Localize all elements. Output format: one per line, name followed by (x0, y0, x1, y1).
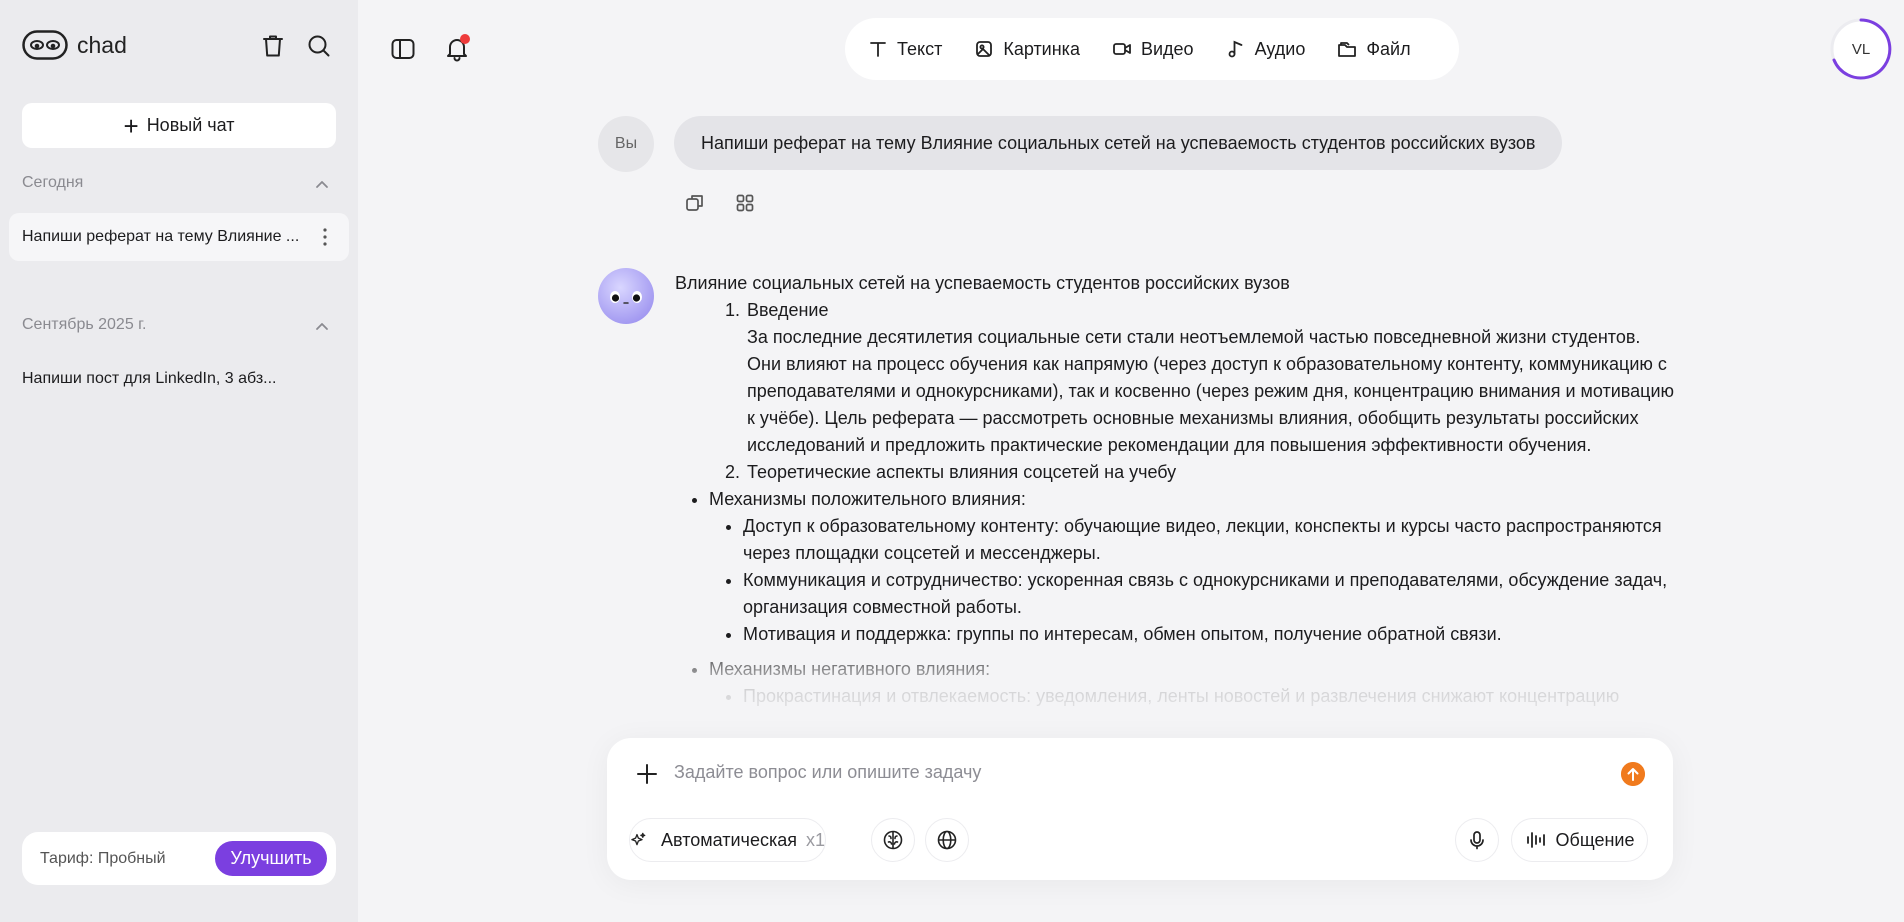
answer-title: Влияние социальных сетей на успеваемость… (675, 273, 1290, 293)
sub-bullet-list: Прокрастинация и отвлекаемость: уведомле… (709, 683, 1675, 710)
composer: Задайте вопрос или опишите задачу Автома… (607, 738, 1673, 880)
mode-file[interactable]: Файл (1337, 38, 1411, 60)
mode-label: Картинка (1003, 38, 1080, 59)
mode-video[interactable]: Видео (1112, 39, 1194, 60)
tariff-card: Тариф: Пробный Улучшить (22, 832, 336, 885)
attach-plus-icon[interactable] (635, 762, 659, 786)
new-chat-button[interactable]: + Новый чат (22, 103, 336, 148)
microphone-icon (1470, 831, 1484, 850)
web-search-toggle[interactable] (925, 818, 969, 862)
plus-icon: + (123, 110, 139, 141)
ordered-list: Введение За последние десятилетия социал… (675, 297, 1675, 486)
list-item: Мотивация и поддержка: группы по интерес… (743, 621, 1675, 648)
image-icon (976, 41, 993, 57)
music-note-icon (1228, 40, 1242, 58)
bullet-list: Механизмы положительного влияния: Доступ… (675, 486, 1675, 710)
chevron-up-icon[interactable] (314, 321, 330, 331)
mode-text[interactable]: Текст (868, 39, 942, 60)
prompt-input[interactable]: Задайте вопрос или опишите задачу (674, 762, 981, 783)
brand-name: chad (77, 31, 127, 58)
upgrade-button[interactable]: Улучшить (215, 841, 327, 876)
mode-label: Аудио (1254, 38, 1306, 59)
section-heading: Введение (747, 300, 829, 320)
more-options-icon[interactable] (323, 227, 327, 247)
copy-icon[interactable] (684, 192, 706, 214)
voice-chat-button[interactable]: Общение (1511, 818, 1648, 862)
folder-icon (1338, 42, 1357, 57)
search-icon[interactable] (306, 33, 332, 59)
assistant-avatar (598, 268, 654, 324)
globe-icon (937, 830, 957, 850)
mode-label: Файл (1366, 38, 1411, 59)
brand[interactable]: chad (22, 30, 127, 60)
mode-switcher: Текст Картинка Видео Аудио Файл (845, 18, 1459, 80)
list-item: Коммуникация и сотрудничество: ускоренна… (743, 567, 1675, 621)
user-message: Напиши реферат на тему Влияние социальны… (674, 116, 1563, 170)
new-chat-label: Новый чат (146, 115, 235, 135)
voice-chat-label: Общение (1555, 829, 1635, 850)
send-arrow-icon[interactable] (1621, 762, 1645, 786)
sparkle-icon (631, 832, 646, 846)
sidebar-toggle-icon[interactable] (390, 36, 416, 62)
list-item: Введение За последние десятилетия социал… (745, 297, 1675, 459)
grid-icon[interactable] (734, 192, 756, 214)
reasoning-toggle[interactable] (871, 818, 915, 862)
bullet-heading: Механизмы негативного влияния: (709, 659, 991, 679)
list-item: Теоретические аспекты влияния соцсетей н… (745, 459, 1675, 486)
model-label: Автоматическая (661, 829, 797, 850)
user-avatar[interactable]: VL (1830, 18, 1892, 80)
list-item: Механизмы положительного влияния: Доступ… (709, 486, 1675, 648)
list-item: Доступ к образовательному контенту: обуч… (743, 513, 1675, 567)
model-multiplier: x1 (805, 829, 825, 850)
list-item: Механизмы негативного влияния: Прокрасти… (709, 656, 1675, 710)
chat-title: Напиши пост для LinkedIn, 3 абз... (22, 370, 277, 387)
bullet-heading: Механизмы положительного влияния: (709, 489, 1026, 509)
video-icon (1113, 43, 1131, 55)
mode-label: Видео (1140, 38, 1194, 59)
sound-wave-icon (1526, 832, 1545, 848)
chevron-up-icon[interactable] (314, 179, 330, 189)
model-selector[interactable]: Автоматическая x1 (629, 818, 826, 862)
trash-icon[interactable] (260, 33, 286, 59)
sub-bullet-list: Доступ к образовательному контенту: обуч… (709, 513, 1675, 648)
microphone-button[interactable] (1455, 818, 1499, 862)
text-icon (870, 42, 886, 57)
tariff-label: Тариф: Пробный (40, 849, 166, 867)
sidebar: chad + Новый чат Сегодня Напиши реферат … (0, 0, 358, 922)
chat-list-item[interactable]: Напиши реферат на тему Влияние ... (9, 213, 349, 261)
list-item: Прокрастинация и отвлекаемость: уведомле… (743, 683, 1675, 710)
assistant-message: Влияние социальных сетей на успеваемость… (675, 270, 1675, 730)
notification-badge (460, 34, 470, 44)
mode-image[interactable]: Картинка (974, 39, 1080, 60)
paragraph: За последние десятилетия социальные сети… (747, 327, 1675, 455)
section-label-september: Сентябрь 2025 г. (22, 316, 147, 333)
chat-title: Напиши реферат на тему Влияние ... (22, 228, 300, 245)
brain-icon (883, 830, 903, 850)
chad-logo-icon (22, 30, 68, 60)
you-avatar: Вы (598, 116, 654, 172)
mode-label: Текст (897, 38, 943, 59)
section-label-today: Сегодня (22, 174, 84, 191)
chat-list-item[interactable]: Напиши пост для LinkedIn, 3 абз... (9, 355, 349, 403)
mode-audio[interactable]: Аудио (1226, 38, 1306, 60)
